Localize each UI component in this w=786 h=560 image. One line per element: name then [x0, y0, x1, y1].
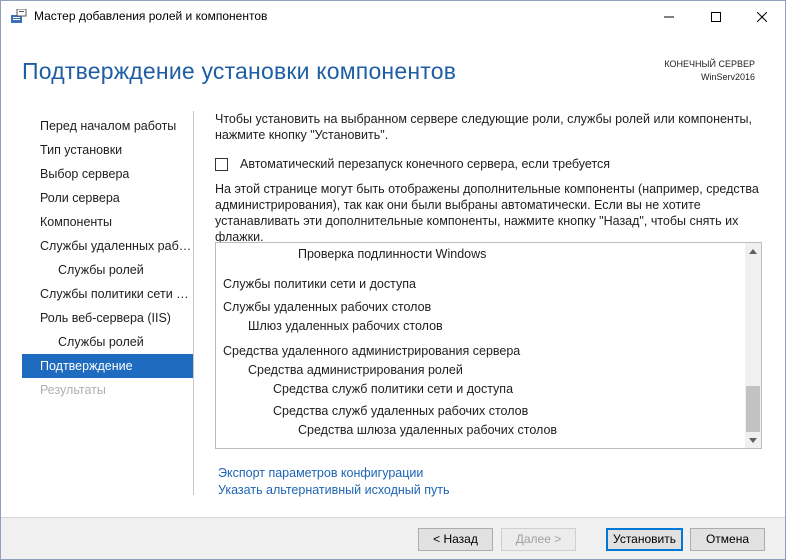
restart-checkbox-label[interactable]: Автоматический перезапуск конечного серв… — [240, 157, 610, 171]
next-button: Далее > — [501, 528, 576, 551]
close-button[interactable] — [739, 1, 785, 32]
list-item: Средства администрирования ролей — [248, 363, 463, 377]
nav-item-iis-role-services[interactable]: Службы ролей — [22, 330, 193, 354]
chevron-up-icon — [749, 248, 757, 254]
server-manager-icon — [11, 9, 27, 23]
list-item: Средства служб удаленных рабочих столов — [273, 404, 529, 418]
restart-checkbox[interactable] — [215, 157, 228, 171]
nav-item-results: Результаты — [40, 383, 106, 397]
maximize-icon — [711, 11, 721, 22]
list-item: Шлюз удаленных рабочих столов — [248, 319, 443, 333]
destination-server-name: WinServ2016 — [700, 72, 755, 82]
page-title: Подтверждение установки компонентов — [22, 58, 457, 84]
export-config-link[interactable]: Экспорт параметров конфигурации — [218, 465, 450, 482]
list-item: Службы удаленных рабочих столов — [223, 300, 432, 314]
nav-item-features[interactable]: Компоненты — [22, 210, 193, 234]
install-button[interactable]: Установить — [606, 528, 683, 551]
scroll-thumb[interactable] — [746, 386, 760, 432]
intro-text: Чтобы установить на выбранном сервере сл… — [215, 112, 753, 142]
title-bar[interactable]: Мастер добавления ролей и компонентов — [1, 1, 785, 32]
close-icon — [757, 11, 767, 22]
nav-item-installation-type[interactable]: Тип установки — [22, 138, 193, 162]
maximize-button[interactable] — [693, 1, 739, 32]
wizard-nav: Перед началом работы Тип установки Выбор… — [22, 114, 193, 402]
window-title: Мастер добавления ролей и компонентов — [34, 9, 268, 23]
nav-item-rds-role-services[interactable]: Службы ролей — [22, 258, 193, 282]
action-links: Экспорт параметров конфигурации Указать … — [218, 465, 450, 499]
additional-features-note: На этой странице могут быть отображены д… — [215, 182, 759, 244]
nav-item-before-you-begin[interactable]: Перед началом работы — [22, 114, 193, 138]
content-pane: Чтобы установить на выбранном сервере сл… — [215, 111, 765, 497]
cancel-button[interactable]: Отмена — [690, 528, 765, 551]
back-button[interactable]: < Назад — [418, 528, 493, 551]
nav-item-server-roles[interactable]: Роли сервера — [22, 186, 193, 210]
minimize-icon — [664, 16, 674, 17]
nav-item-web-server-role[interactable]: Роль веб-сервера (IIS) — [22, 306, 193, 330]
list-item: Средства шлюза удаленных рабочих столов — [298, 423, 558, 437]
list-item: Средства служб политики сети и доступа — [273, 382, 514, 396]
list-scrollbar[interactable] — [745, 243, 761, 448]
list-item: Средства удаленного администрирования се… — [223, 344, 521, 358]
list-item: Службы политики сети и доступа — [223, 277, 416, 291]
nav-item-confirmation[interactable]: Подтверждение — [22, 354, 193, 378]
restart-option[interactable]: Автоматический перезапуск конечного серв… — [215, 157, 610, 171]
destination-server-label: КОНЕЧНЫЙ СЕРВЕР — [664, 59, 755, 69]
minimize-button[interactable] — [646, 1, 692, 32]
selection-list-content: Проверка подлинности Windows Службы поли… — [216, 243, 745, 448]
destination-server: КОНЕЧНЫЙ СЕРВЕР WinServ2016 — [664, 58, 755, 84]
chevron-down-icon — [749, 437, 757, 443]
nav-item-server-selection[interactable]: Выбор сервера — [22, 162, 193, 186]
scroll-down-button[interactable] — [745, 432, 761, 448]
scroll-up-button[interactable] — [745, 243, 761, 259]
nav-divider — [193, 111, 194, 495]
nav-item-remote-desktop-services[interactable]: Службы удаленных рабо... — [22, 234, 193, 258]
button-bar: < Назад Далее > Установить Отмена — [1, 518, 785, 559]
nav-item-network-policy-services[interactable]: Службы политики сети и... — [22, 282, 193, 306]
wizard-window: Мастер добавления ролей и компонентов По… — [0, 0, 786, 560]
selection-list[interactable]: Проверка подлинности Windows Службы поли… — [215, 242, 762, 449]
alternate-source-link[interactable]: Указать альтернативный исходный путь — [218, 482, 450, 499]
list-item: Проверка подлинности Windows — [298, 247, 487, 261]
